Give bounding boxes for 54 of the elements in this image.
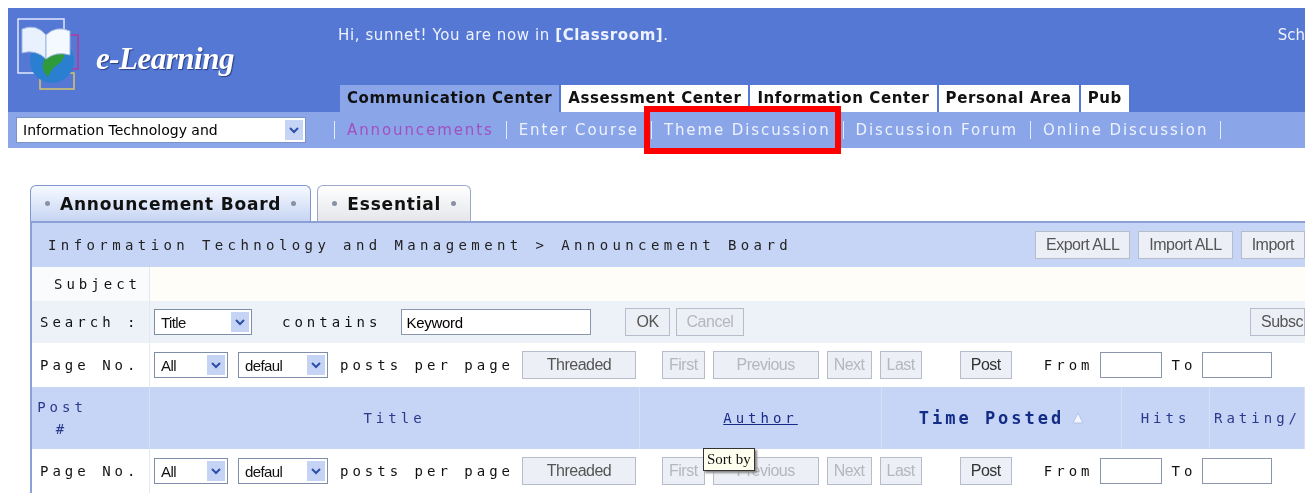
page-select[interactable]: All [154,352,228,378]
toolbar-button[interactable]: Export ALL [1035,231,1131,259]
toolbar-button[interactable]: Import [1240,231,1305,259]
main-tab[interactable]: Personal Area [938,85,1079,112]
page-no-label: Page No. [40,357,140,373]
logo-text: e-Learning [96,41,234,77]
from-label: From [1043,357,1094,373]
caret-icon [285,120,303,140]
column-title: Rating/ [1214,410,1301,426]
main-tab[interactable]: Pub [1080,85,1129,112]
to-date-field[interactable] [1202,352,1273,378]
greeting-text: Hi, sunnet! You are now in [Classroom]. [338,26,669,46]
keyword-field[interactable]: Keyword [401,309,592,335]
book-globe-icon [16,15,82,91]
sorted-column-title[interactable]: Time Posted [918,408,1065,428]
caret-icon [207,461,225,481]
from-label: From [1043,463,1094,479]
per-page-select[interactable]: defaul [238,458,328,484]
caret-icon [307,355,325,375]
column-title: Post # [36,398,88,439]
toolbar-button[interactable]: Import ALL [1138,231,1233,259]
column-title: Hits [1140,410,1191,426]
threaded-button[interactable]: Threaded [522,351,636,379]
search-label: Search : [40,314,140,330]
search-button[interactable]: OK [625,308,670,336]
breadcrumb: Information Technology and Management > Announcement Board [47,237,793,253]
sort-up-icon [1072,412,1085,424]
subject-label: Subject [54,276,141,292]
to-date-field[interactable] [1202,458,1273,484]
posts-per-page-label: posts per page [340,463,514,479]
per-page-select[interactable]: defaul [238,352,328,378]
board-tab[interactable]: Essential [317,185,472,221]
course-select[interactable]: Information Technology and [16,117,306,143]
from-date-field[interactable] [1099,458,1162,484]
post-button[interactable]: Post [959,351,1012,379]
subscribe-button[interactable]: Subsc [1250,308,1305,336]
caret-icon [207,355,225,375]
top-right-link[interactable]: Sch [1277,26,1305,68]
page-select[interactable]: All [154,458,228,484]
caret-icon [231,312,249,332]
to-label: To [1171,357,1197,373]
board-tab[interactable]: Announcement Board [30,185,312,221]
field-select[interactable]: Title [154,309,252,335]
post-button[interactable]: Post [959,457,1012,485]
column-title: Title [363,410,426,426]
contains-label: contains [282,314,382,330]
main-tab[interactable]: Communication Center [340,85,560,112]
posts-per-page-label: posts per page [340,357,514,373]
sort-link[interactable]: Author [723,410,798,426]
to-label: To [1171,463,1197,479]
from-date-field[interactable] [1099,352,1162,378]
page-no-label: Page No. [40,463,140,479]
caret-icon [307,461,325,481]
threaded-button[interactable]: Threaded [522,457,636,485]
